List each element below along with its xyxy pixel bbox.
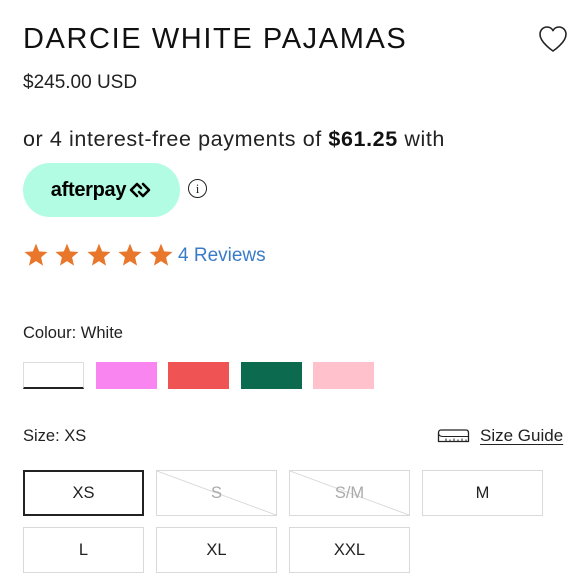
colour-swatch-green[interactable] (240, 362, 302, 389)
size-option-xs[interactable]: XS (23, 470, 144, 516)
size-option-label: L (78, 540, 89, 559)
ruler-icon (437, 429, 470, 443)
star-icon (24, 243, 48, 266)
afterpay-installments-text: or 4 interest-free payments of $61.25 wi… (23, 127, 445, 152)
size-option-label: XL (206, 540, 227, 559)
rating-stars (23, 242, 179, 268)
heart-icon[interactable] (538, 25, 568, 53)
size-option-label: XS (72, 483, 95, 502)
size-label: Size: XS (23, 427, 87, 445)
colour-label: Colour: White (23, 324, 123, 342)
installments-prefix: or 4 interest-free payments of (23, 127, 329, 151)
size-option-label: S/M (334, 483, 365, 502)
afterpay-logo-icon (129, 182, 151, 198)
size-guide-link[interactable]: Size Guide (437, 426, 563, 446)
colour-swatch-red[interactable] (168, 362, 229, 389)
afterpay-logo-text: afterpay (50, 178, 127, 201)
size-option-label: XXL (333, 540, 366, 559)
size-option-s-m[interactable]: S/M (289, 470, 410, 516)
colour-swatch-pink[interactable] (95, 362, 157, 389)
size-option-xl[interactable]: XL (156, 527, 277, 573)
product-price: $245.00 USD (23, 72, 138, 93)
size-option-l[interactable]: L (23, 527, 144, 573)
info-icon[interactable]: i (188, 179, 207, 198)
size-guide-label: Size Guide (480, 426, 564, 445)
star-icon (149, 243, 173, 266)
size-option-label: M (475, 483, 490, 502)
size-option-xxl[interactable]: XXL (289, 527, 410, 573)
installments-amount: $61.25 (328, 127, 398, 151)
size-option-label: S (210, 483, 222, 502)
star-icon (87, 243, 111, 266)
size-option-m[interactable]: M (422, 470, 543, 516)
afterpay-button[interactable]: afterpay (23, 163, 180, 217)
installments-suffix: with (397, 127, 445, 151)
size-option-s[interactable]: S (156, 470, 277, 516)
star-icon (118, 243, 142, 266)
colour-swatch-white[interactable] (23, 362, 84, 389)
colour-swatch-light-pink[interactable] (313, 362, 374, 389)
star-icon (55, 243, 79, 266)
reviews-link[interactable]: 4 Reviews (178, 245, 266, 267)
product-title: DARCIE WHITE PAJAMAS (23, 23, 408, 55)
